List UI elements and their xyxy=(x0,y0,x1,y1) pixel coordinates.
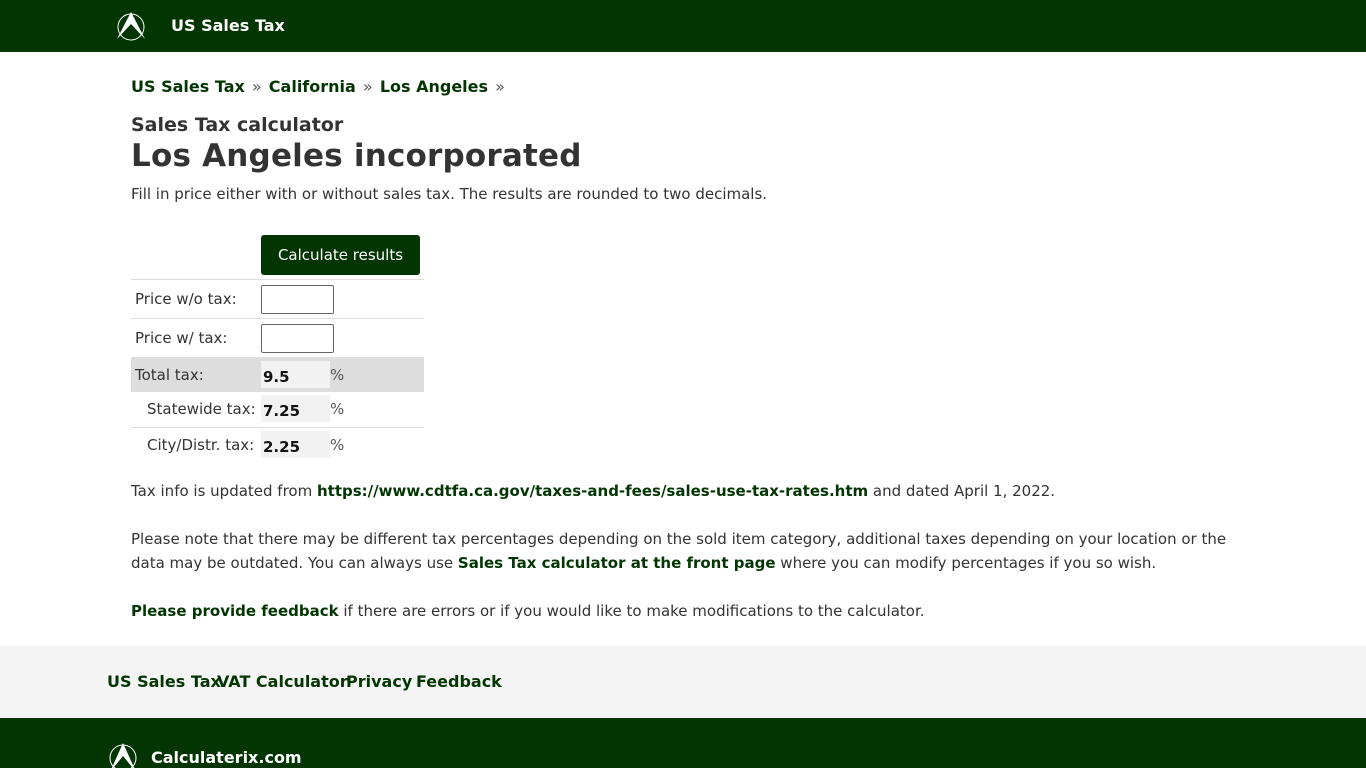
breadcrumb-california[interactable]: California xyxy=(269,77,356,96)
statewide-tax-label: Statewide tax: xyxy=(147,400,256,418)
price-with-tax-row: Price w/ tax: xyxy=(131,318,424,357)
price-without-tax-label: Price w/o tax: xyxy=(135,290,237,308)
breadcrumb-los-angeles[interactable]: Los Angeles xyxy=(380,77,488,96)
breadcrumb-us-sales-tax[interactable]: US Sales Tax xyxy=(131,77,245,96)
page-title: Los Angeles incorporated xyxy=(131,138,582,174)
feedback-paragraph: Please provide feedback if there are err… xyxy=(131,599,1241,623)
price-with-tax-label: Price w/ tax: xyxy=(135,329,228,347)
price-without-tax-row: Price w/o tax: xyxy=(131,279,424,318)
city-tax-label: City/Distr. tax: xyxy=(147,436,255,454)
percent-sign: % xyxy=(330,366,345,384)
tax-source-paragraph: Tax info is updated from https://www.cdt… xyxy=(131,479,1241,503)
breadcrumb-separator: » xyxy=(495,77,505,96)
provide-feedback-link[interactable]: Please provide feedback xyxy=(131,602,339,620)
percent-sign: % xyxy=(330,436,345,454)
main-content: US Sales Tax » California » Los Angeles … xyxy=(131,52,1241,620)
footer-links: US Sales Tax VAT Calculator Privacy Feed… xyxy=(0,646,1366,718)
price-without-tax-input[interactable] xyxy=(261,285,334,314)
percent-sign: % xyxy=(330,400,345,418)
text: where you can modify percentages if you … xyxy=(775,554,1157,572)
city-tax-input[interactable] xyxy=(261,431,330,458)
top-navbar: US Sales Tax xyxy=(0,0,1366,52)
total-tax-input[interactable] xyxy=(261,361,330,388)
site-title-link[interactable]: US Sales Tax xyxy=(171,16,285,35)
calculaterix-logo-icon[interactable] xyxy=(114,10,148,42)
disclaimer-paragraph: Please note that there may be different … xyxy=(131,527,1241,575)
footer-link-us-sales-tax[interactable]: US Sales Tax xyxy=(107,672,221,691)
text: if there are errors or if you would like… xyxy=(338,602,925,620)
intro-text: Fill in price either with or without sal… xyxy=(131,185,768,203)
footer-brand-link[interactable]: Calculaterix.com xyxy=(151,748,302,767)
footer-link-privacy[interactable]: Privacy xyxy=(346,672,412,691)
info-section: Tax info is updated from https://www.cdt… xyxy=(131,479,1241,647)
statewide-tax-row: Statewide tax: % xyxy=(131,392,424,427)
footer-bottom: Calculaterix.com xyxy=(0,718,1366,772)
total-tax-row: Total tax: % xyxy=(131,357,424,392)
text: Tax info is updated from xyxy=(131,482,317,500)
front-page-calculator-link[interactable]: Sales Tax calculator at the front page xyxy=(458,554,776,572)
breadcrumb-separator: » xyxy=(362,77,373,96)
statewide-tax-input[interactable] xyxy=(261,395,330,422)
text: and dated April 1, 2022. xyxy=(868,482,1056,500)
price-with-tax-input[interactable] xyxy=(261,324,334,353)
footer-link-vat-calculator[interactable]: VAT Calculator xyxy=(217,672,348,691)
page-subtitle: Sales Tax calculator xyxy=(131,114,344,136)
city-tax-row: City/Distr. tax: % xyxy=(131,427,424,462)
cdtfa-source-link[interactable]: https://www.cdtfa.ca.gov/taxes-and-fees/… xyxy=(317,482,868,500)
breadcrumb: US Sales Tax » California » Los Angeles … xyxy=(131,77,1241,99)
total-tax-label: Total tax: xyxy=(135,366,204,384)
calculate-results-button[interactable]: Calculate results xyxy=(261,235,420,275)
tax-calculator: Calculate results Price w/o tax: Price w… xyxy=(131,235,424,462)
breadcrumb-separator: » xyxy=(251,77,262,96)
footer-link-feedback[interactable]: Feedback xyxy=(416,672,502,691)
